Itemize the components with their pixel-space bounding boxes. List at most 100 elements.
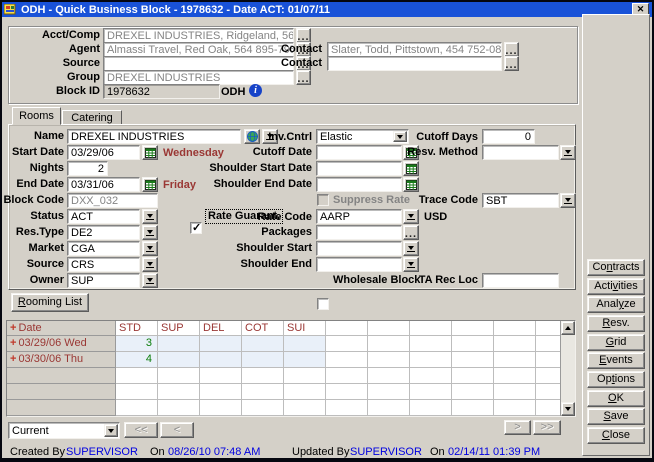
trace-code-list-icon[interactable] [560, 193, 576, 208]
group-lov-button[interactable]: ... [296, 70, 311, 85]
shoulder-end-date-field[interactable] [316, 177, 402, 192]
grid-cell[interactable] [284, 352, 326, 368]
info-icon[interactable]: i [249, 84, 262, 97]
grid-cell[interactable] [242, 336, 284, 352]
contact1-lov-button[interactable]: ... [504, 42, 519, 57]
rate-code-field[interactable]: AARP [316, 209, 402, 224]
contact2-lov-button[interactable]: ... [504, 56, 519, 71]
view-combobox[interactable]: Current [8, 422, 120, 439]
grid-cell[interactable] [242, 352, 284, 368]
grid-cell[interactable] [200, 368, 242, 384]
grid-row-1: +03/29/06 Wed 3 [7, 336, 575, 352]
shoulder-start-field[interactable] [316, 241, 402, 256]
activities-button[interactable]: Activities [587, 278, 645, 295]
scroll-down-icon[interactable] [561, 402, 575, 416]
shoulder-end-list-icon[interactable] [403, 257, 419, 272]
grid-button[interactable]: Grid [587, 334, 645, 351]
grid-cell[interactable] [200, 384, 242, 400]
resv-button[interactable]: Resv. [587, 315, 645, 332]
last-page-button[interactable]: >> [533, 420, 561, 435]
tab-rooms[interactable]: Rooms [12, 107, 61, 125]
rate-code-list-icon[interactable] [403, 209, 419, 224]
resv-method-field[interactable] [482, 145, 559, 160]
scroll-up-icon[interactable] [561, 321, 575, 335]
resv-method-list-icon[interactable] [560, 145, 576, 160]
grid-cell[interactable] [116, 368, 158, 384]
events-button[interactable]: Events [587, 352, 645, 369]
market-field[interactable]: CGA [67, 241, 140, 256]
trace-code-field[interactable]: SBT [482, 193, 559, 208]
start-date-field[interactable]: 03/29/06 [67, 145, 140, 160]
grid-cell[interactable] [284, 368, 326, 384]
status-list-icon[interactable] [142, 209, 158, 224]
market-list-icon[interactable] [142, 241, 158, 256]
grid-cell[interactable] [158, 336, 200, 352]
packages-field[interactable] [316, 225, 402, 240]
close-button[interactable]: Close [587, 427, 645, 444]
save-button[interactable]: Save [587, 408, 645, 425]
rooming-list-button[interactable]: Rooming List [11, 293, 89, 312]
grid-cell[interactable] [158, 384, 200, 400]
grid-cell[interactable] [284, 336, 326, 352]
grid-cell[interactable] [242, 384, 284, 400]
nights-field[interactable]: 2 [67, 161, 108, 176]
grid-cell[interactable] [158, 400, 200, 416]
grid-cell[interactable] [284, 400, 326, 416]
grid-cell[interactable] [116, 384, 158, 400]
res-type-field[interactable]: DE2 [67, 225, 140, 240]
grid-cell[interactable] [116, 400, 158, 416]
tab-catering[interactable]: Catering [62, 110, 122, 125]
packages-lov-button[interactable]: ... [403, 225, 419, 240]
grid-cell[interactable] [242, 400, 284, 416]
window-title: ODH - Quick Business Block - 1978632 - D… [21, 4, 330, 16]
grid-vertical-scrollbar[interactable] [560, 321, 575, 416]
contact2-field[interactable] [327, 56, 502, 71]
grid-cell[interactable]: 3 [116, 336, 158, 352]
shoulder-end-date-calendar-icon[interactable] [403, 177, 419, 192]
owner-list-icon[interactable] [142, 273, 158, 288]
grid-cell[interactable] [200, 352, 242, 368]
analyze-button[interactable]: Analyze [587, 296, 645, 313]
grid-row-date: +03/30/06 Thu [7, 352, 116, 368]
contact1-field[interactable]: Slater, Todd, Pittstown, 454 752-0885 [327, 42, 502, 57]
source2-field[interactable]: CRS [67, 257, 140, 272]
cutoff-days-field[interactable]: 0 [482, 129, 535, 144]
chevron-down-icon[interactable] [104, 424, 118, 437]
ta-rec-loc-field[interactable] [482, 273, 559, 288]
shoulder-start-list-icon[interactable] [403, 241, 419, 256]
grid-cell[interactable] [200, 400, 242, 416]
grid-cell[interactable] [284, 384, 326, 400]
view-combobox-value: Current [12, 425, 49, 437]
end-date-calendar-icon[interactable] [142, 177, 158, 192]
wholesale-block-checkbox[interactable] [317, 298, 329, 310]
currency-label: USD [424, 211, 454, 224]
end-date-field[interactable]: 03/31/06 [67, 177, 140, 192]
group-field[interactable]: DREXEL INDUSTRIES [103, 70, 294, 85]
grid-cell[interactable] [158, 352, 200, 368]
acct-comp-lov-button[interactable]: ... [296, 28, 311, 43]
shoulder-start-date-calendar-icon[interactable] [403, 161, 419, 176]
contracts-button[interactable]: Contracts [587, 259, 645, 276]
grid-cell[interactable] [200, 336, 242, 352]
updated-by-value: SUPERVISOR [350, 446, 422, 458]
name-label: Name [2, 130, 64, 143]
source2-list-icon[interactable] [142, 257, 158, 272]
grid-cell[interactable] [158, 368, 200, 384]
status-field[interactable]: ACT [67, 209, 140, 224]
next-page-button[interactable]: > [504, 420, 531, 435]
shoulder-end-field[interactable] [316, 257, 402, 272]
owner-field[interactable]: SUP [67, 273, 140, 288]
grid-cell[interactable]: 4 [116, 352, 158, 368]
ok-button[interactable]: OK [587, 390, 645, 407]
agent-field[interactable]: Almassi Travel, Red Oak, 564 895-7954 [103, 42, 294, 57]
shoulder-start-date-field[interactable] [316, 161, 402, 176]
prev-page-button[interactable]: < [160, 422, 194, 438]
res-type-list-icon[interactable] [142, 225, 158, 240]
grid-col-sup: SUP [158, 321, 200, 336]
options-button[interactable]: Options [587, 371, 645, 388]
first-page-button[interactable]: << [124, 422, 158, 438]
start-date-calendar-icon[interactable] [142, 145, 158, 160]
grid-cell[interactable] [242, 368, 284, 384]
source-field[interactable] [103, 56, 294, 71]
acct-comp-field[interactable]: DREXEL INDUSTRIES, Ridgeland, 564 52 [103, 28, 294, 43]
